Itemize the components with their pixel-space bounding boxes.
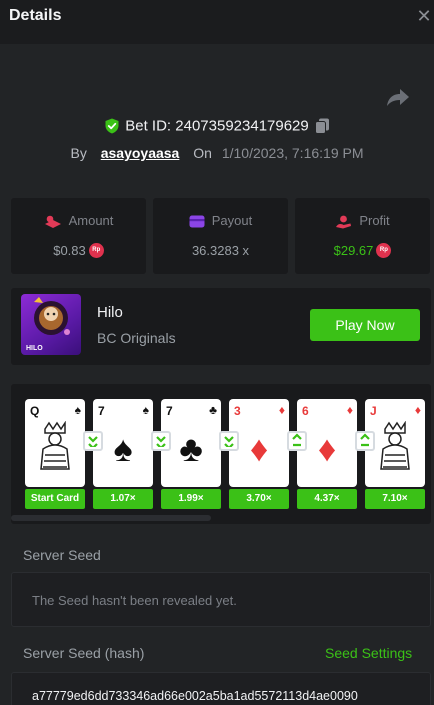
bet-id-text: Bet ID: 2407359234179629 xyxy=(125,117,309,135)
share-icon[interactable] xyxy=(386,86,410,108)
amount-stat: Amount $0.83 Rp xyxy=(11,198,146,274)
profit-label: Profit xyxy=(359,213,390,228)
lower-arrow-icon xyxy=(219,431,239,451)
card-suit-corner: ♣ xyxy=(209,403,217,417)
card-rank: 6 xyxy=(302,404,309,418)
by-label: By xyxy=(70,145,87,161)
amount-label: Amount xyxy=(68,213,114,228)
server-seed-label: Server Seed xyxy=(23,547,101,563)
hand-coin-icon xyxy=(336,215,352,229)
card-rank: 7 xyxy=(166,404,173,418)
details-header: Details ✕ xyxy=(0,0,434,44)
cards-history-panel: Q ♠ Start Card 7 ♠ ♠ 1.07× 7 ♣ ♣ 1.99× 3 ♦ ♦ 3.70× 6 ♦ ♦ 4… xyxy=(11,384,431,524)
card-suit-corner: ♠ xyxy=(142,403,149,417)
face-card-figure-icon xyxy=(25,420,85,479)
card-multiplier: 1.07× xyxy=(93,489,153,509)
game-provider: BC Originals xyxy=(97,330,176,346)
card-multiplier: 4.37× xyxy=(297,489,357,509)
profit-stat: Profit $29.67 Rp xyxy=(295,198,430,274)
server-seed-hash-box: a77779ed6dd733346ad66e002a5ba1ad5572113d… xyxy=(11,672,431,705)
shield-check-icon xyxy=(105,118,119,134)
server-seed-hash-value: a77779ed6dd733346ad66e002a5ba1ad5572113d… xyxy=(32,689,358,703)
close-icon[interactable]: ✕ xyxy=(414,6,434,26)
amount-value: $0.83 xyxy=(53,243,86,259)
stack-icon xyxy=(44,215,61,228)
server-seed-hash-label: Server Seed (hash) xyxy=(23,645,145,661)
server-seed-message: The Seed hasn't been revealed yet. xyxy=(32,593,237,608)
profit-value: $29.67 xyxy=(333,243,374,259)
card-multiplier: 7.10× xyxy=(365,489,425,509)
bet-timestamp: 1/10/2023, 7:16:19 PM xyxy=(221,145,364,161)
username-link[interactable]: asayoyaasa xyxy=(101,145,180,161)
lower-arrow-icon xyxy=(151,431,171,451)
card-rank: 7 xyxy=(98,404,105,418)
card-suit-corner: ♦ xyxy=(414,403,421,417)
bet-id-row: Bet ID: 2407359234179629 xyxy=(0,117,434,139)
hilo-logo: HILO xyxy=(26,297,70,352)
lower-arrow-icon xyxy=(83,431,103,451)
game-card: HILO Hilo BC Originals Play Now xyxy=(11,288,431,365)
game-name: Hilo xyxy=(97,304,123,321)
payout-stat: Payout 36.3283 x xyxy=(153,198,288,274)
card-multiplier: 1.99× xyxy=(161,489,221,509)
card-multiplier: Start Card xyxy=(25,489,85,509)
payout-card-icon xyxy=(189,215,205,228)
seed-settings-link[interactable]: Seed Settings xyxy=(325,645,412,661)
card-rank: 3 xyxy=(234,404,241,418)
rp-currency-badge: Rp xyxy=(88,243,104,259)
card-multiplier: 3.70× xyxy=(229,489,289,509)
play-now-button[interactable]: Play Now xyxy=(310,309,420,341)
copy-icon[interactable] xyxy=(314,118,330,135)
bet-author-row: By asayoyaasa On 1/10/2023, 7:16:19 PM xyxy=(0,145,434,161)
horizontal-scrollbar[interactable] xyxy=(11,515,211,521)
card-suit-corner: ♦ xyxy=(278,403,285,417)
on-label: On xyxy=(193,145,212,161)
payout-value: 36.3283 x xyxy=(191,243,250,259)
svg-text:HILO: HILO xyxy=(26,345,43,352)
higher-arrow-icon xyxy=(287,431,307,451)
card-suit-corner: ♦ xyxy=(346,403,353,417)
rp-currency-badge: Rp xyxy=(376,243,392,259)
server-seed-box: The Seed hasn't been revealed yet. xyxy=(11,572,431,627)
card-suit-corner: ♠ xyxy=(74,403,81,417)
card-rank: J xyxy=(370,404,377,418)
card-rank: Q xyxy=(30,404,40,418)
game-thumbnail[interactable]: HILO xyxy=(21,294,81,355)
payout-label: Payout xyxy=(211,213,253,228)
page-title: Details xyxy=(9,7,62,24)
higher-arrow-icon xyxy=(355,431,375,451)
playing-card: Q ♠ xyxy=(25,399,85,487)
